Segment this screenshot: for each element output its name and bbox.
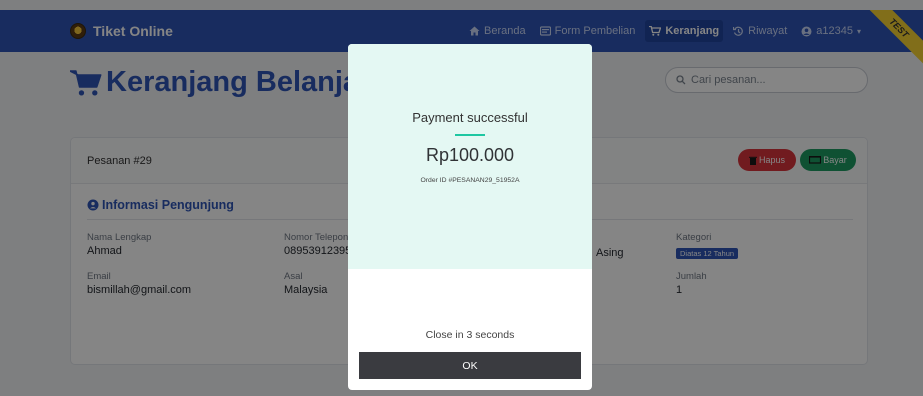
close-countdown: Close in 3 seconds: [425, 329, 515, 341]
accent-divider: [455, 134, 485, 136]
order-id: Order ID #PESANAN29_51952A: [420, 177, 520, 184]
ok-button[interactable]: OK: [359, 352, 581, 379]
payment-status: Payment successful: [412, 110, 528, 125]
payment-modal: Payment successful Rp100.000 Order ID #P…: [348, 44, 592, 390]
payment-summary: Payment successful Rp100.000 Order ID #P…: [348, 44, 592, 269]
payment-amount: Rp100.000: [425, 145, 515, 165]
